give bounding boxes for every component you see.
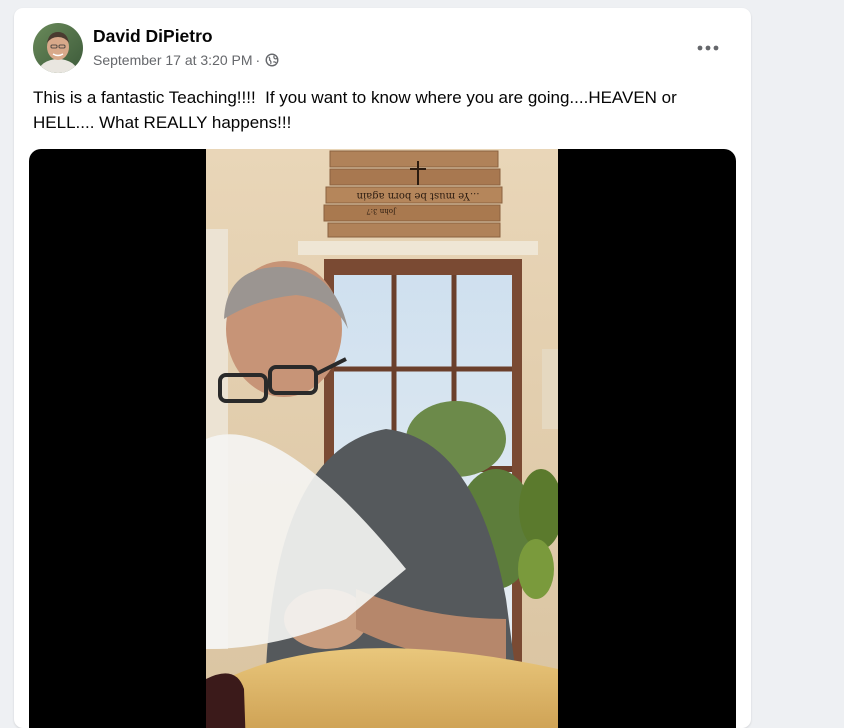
author-name[interactable]: David DiPietro	[93, 26, 213, 47]
video-frame: ...Ye must be born again John 3:7	[206, 149, 558, 728]
video-player[interactable]: ...Ye must be born again John 3:7	[29, 149, 736, 728]
more-options-icon	[697, 45, 719, 51]
more-options-button[interactable]	[690, 30, 726, 66]
sign-verse: ...Ye must be born again	[356, 190, 479, 201]
post-meta: September 17 at 3:20 PM ·	[93, 52, 279, 68]
author-avatar[interactable]	[33, 23, 83, 73]
globe-icon[interactable]	[265, 53, 279, 67]
video-thumbnail: ...Ye must be born again John 3:7	[206, 149, 558, 728]
post-text: This is a fantastic Teaching!!!! If you …	[33, 88, 677, 132]
meta-separator: ·	[255, 52, 261, 68]
post-timestamp[interactable]: September 17 at 3:20 PM	[93, 52, 253, 68]
post-card: David DiPietro September 17 at 3:20 PM ·…	[14, 8, 751, 728]
avatar-photo	[33, 23, 83, 73]
wooden-sign: ...Ye must be born again John 3:7	[323, 150, 503, 238]
sign-reference: John 3:7	[366, 207, 397, 215]
